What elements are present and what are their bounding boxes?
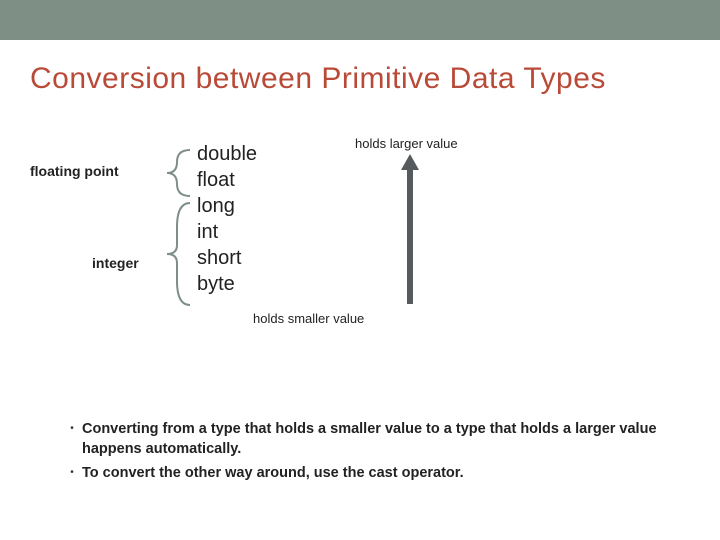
- type-byte: byte: [197, 271, 257, 297]
- type-long: long: [197, 193, 257, 219]
- bullet-list: • Converting from a type that holds a sm…: [62, 420, 660, 489]
- diagram: floating point integer double float long…: [0, 136, 720, 366]
- type-float: float: [197, 167, 257, 193]
- up-arrow-icon: [397, 154, 423, 304]
- bullet-icon: •: [62, 420, 82, 434]
- title-bar: [0, 0, 720, 40]
- bullet-text-1: Converting from a type that holds a smal…: [82, 420, 660, 459]
- integer-label: integer: [92, 255, 139, 271]
- brace-integer-icon: [155, 201, 193, 307]
- type-int: int: [197, 219, 257, 245]
- type-list: double float long int short byte: [197, 141, 257, 297]
- holds-smaller-label: holds smaller value: [253, 311, 364, 326]
- list-item: • To convert the other way around, use t…: [62, 464, 660, 484]
- list-item: • Converting from a type that holds a sm…: [62, 420, 660, 459]
- type-double: double: [197, 141, 257, 167]
- bullet-icon: •: [62, 464, 82, 478]
- brace-floating-point-icon: [155, 148, 193, 198]
- bullet-text-2: To convert the other way around, use the…: [82, 464, 464, 484]
- slide-title: Conversion between Primitive Data Types: [0, 40, 720, 96]
- floating-point-label: floating point: [30, 163, 119, 179]
- holds-larger-label: holds larger value: [355, 136, 458, 151]
- type-short: short: [197, 245, 257, 271]
